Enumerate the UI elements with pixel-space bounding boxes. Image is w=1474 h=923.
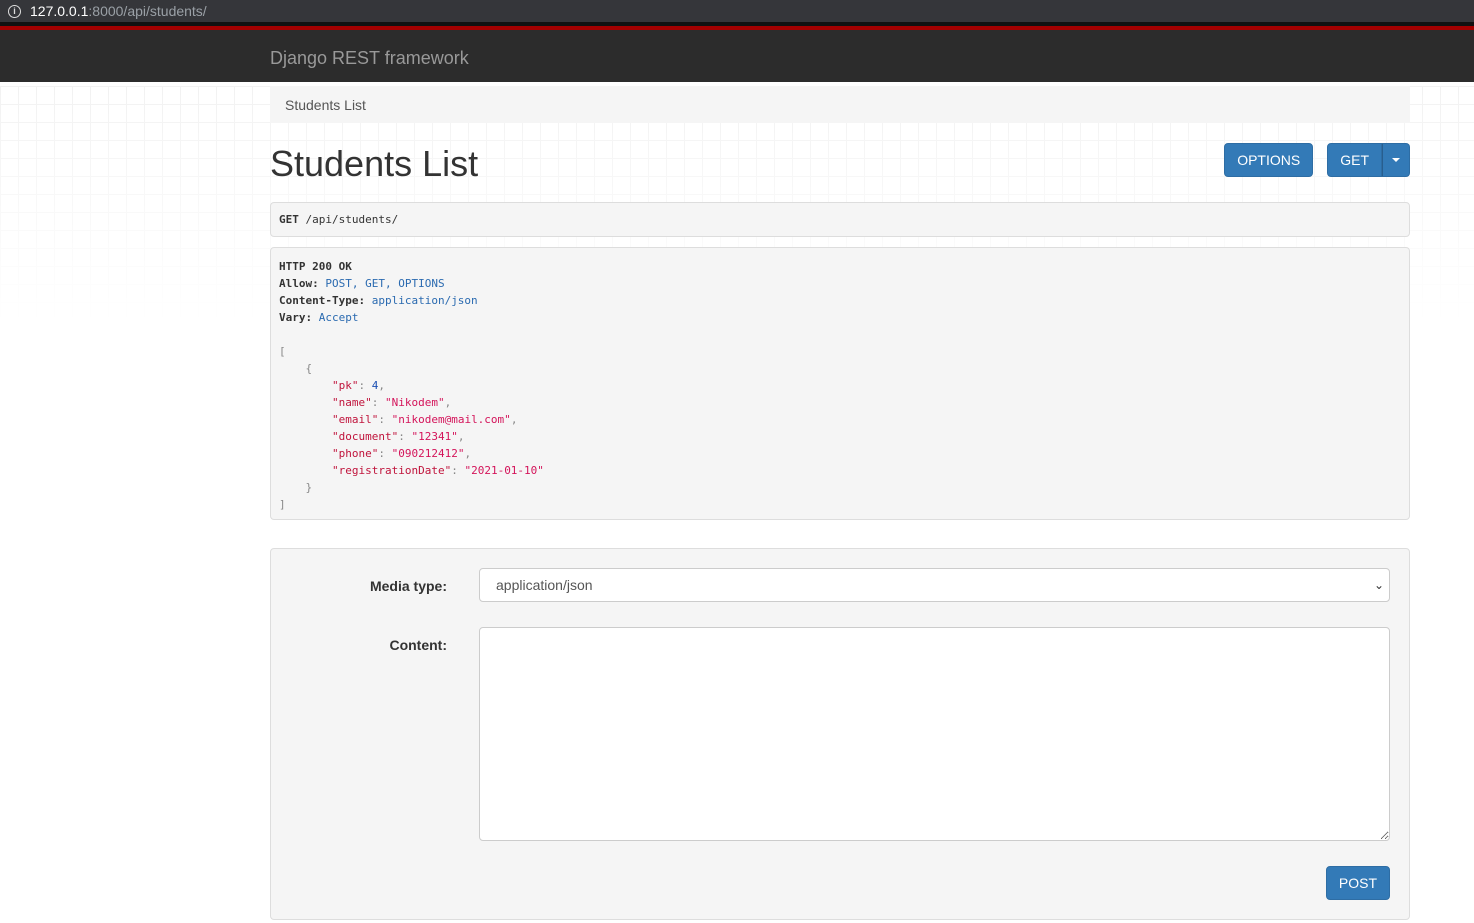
post-button[interactable]: POST	[1325, 866, 1390, 900]
breadcrumb: Students List	[270, 86, 1410, 123]
info-icon[interactable]: i	[8, 4, 21, 18]
action-buttons: OPTIONS GET	[1224, 143, 1410, 177]
response-status: HTTP 200 OK	[279, 260, 352, 273]
media-type-label: Media type:	[369, 578, 447, 594]
url-path: :8000/api/students/	[88, 3, 207, 19]
json-field: "email": "nikodem@mail.com",	[331, 413, 518, 426]
brand-link[interactable]: Django REST framework	[270, 48, 469, 69]
browser-address-bar[interactable]: i 127.0.0.1:8000/api/students/	[0, 0, 1474, 26]
response-header: Vary: Accept	[279, 311, 359, 324]
media-type-select[interactable]: application/json ⌄	[479, 568, 1390, 602]
chevron-down-icon: ⌄	[1373, 578, 1384, 592]
caret-down-icon	[1392, 158, 1400, 162]
main-content: Students List Students List OPTIONS GET …	[270, 86, 1410, 920]
options-button[interactable]: OPTIONS	[1224, 143, 1314, 177]
raw-data-form: Media type: application/json ⌄ Content: P…	[270, 548, 1410, 920]
json-field: "registrationDate": "2021-01-10"	[331, 464, 544, 477]
get-button[interactable]: GET	[1327, 143, 1382, 177]
request-info: GET /api/students/	[270, 202, 1410, 237]
json-field: "document": "12341",	[331, 430, 465, 443]
json-field: "phone": "090212412",	[331, 447, 472, 460]
breadcrumb-item[interactable]: Students List	[285, 97, 366, 113]
navbar: Django REST framework	[0, 30, 1474, 82]
content-label: Content:	[389, 637, 447, 653]
response-info: HTTP 200 OK Allow: POST, GET, OPTIONS Co…	[270, 247, 1410, 520]
request-path: /api/students/	[305, 213, 399, 226]
get-format-dropdown[interactable]	[1382, 143, 1410, 177]
response-header: Content-Type: application/json	[279, 294, 478, 307]
get-button-group: GET	[1327, 143, 1410, 177]
json-field: "name": "Nikodem",	[331, 396, 452, 409]
media-type-value: application/json	[496, 577, 593, 593]
json-field: "pk": 4,	[331, 379, 385, 392]
url-host: 127.0.0.1	[30, 3, 89, 19]
response-header: Allow: POST, GET, OPTIONS	[279, 277, 445, 290]
request-method: GET	[279, 213, 299, 226]
content-textarea[interactable]	[479, 627, 1390, 841]
